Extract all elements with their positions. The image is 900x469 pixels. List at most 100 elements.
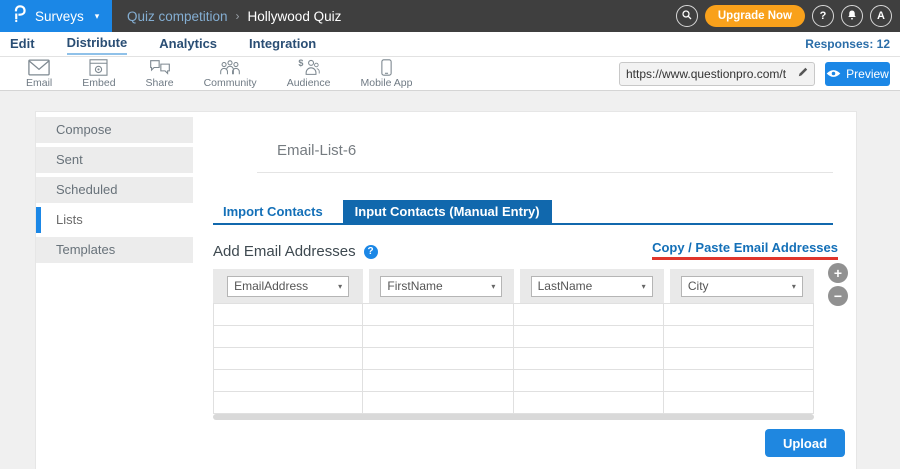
email-sidebar: Compose Sent Scheduled Lists Templates [36, 112, 193, 469]
column-select-city[interactable]: City ▾ [681, 276, 803, 297]
sidebar-item-scheduled[interactable]: Scheduled [36, 177, 193, 203]
row-controls: + − [828, 263, 848, 306]
questionpro-logo-icon [13, 4, 26, 28]
tab-analytics[interactable]: Analytics [159, 34, 217, 54]
tab-distribute[interactable]: Distribute [67, 33, 128, 55]
column-select-value: FirstName [387, 279, 442, 293]
column-header-cell: EmailAddress ▾ [213, 269, 363, 303]
breadcrumb: Quiz competition › Hollywood Quiz [127, 9, 341, 24]
top-bar: Surveys ▾ Quiz competition › Hollywood Q… [0, 0, 900, 32]
contact-cell[interactable] [363, 370, 513, 392]
survey-nav: Edit Distribute Analytics Integration Re… [0, 32, 900, 57]
surveys-menu[interactable]: Surveys ▾ [0, 0, 112, 32]
toolbar-item-share[interactable]: Share [146, 59, 174, 89]
toolbar-item-embed[interactable]: Embed [82, 59, 115, 89]
breadcrumb-separator-icon: › [236, 9, 240, 23]
distribute-toolbar: Email Embed Share [0, 57, 900, 91]
help-icon[interactable]: ? [364, 245, 378, 259]
remove-row-button[interactable]: − [828, 286, 848, 306]
breadcrumb-current: Hollywood Quiz [248, 9, 342, 24]
toolbar-label: Email [26, 77, 52, 89]
add-row-button[interactable]: + [828, 263, 848, 283]
contacts-table-body [213, 303, 814, 414]
contact-cell[interactable] [514, 370, 664, 392]
contact-cell[interactable] [664, 326, 814, 348]
column-header-cell: LastName ▾ [514, 269, 664, 303]
contact-cell[interactable] [213, 348, 363, 370]
contact-cell[interactable] [363, 326, 513, 348]
column-select-first-name[interactable]: FirstName ▾ [380, 276, 502, 297]
contacts-table-header: EmailAddress ▾ FirstName ▾ LastName [213, 269, 814, 303]
column-select-value: EmailAddress [234, 279, 308, 293]
surveys-menu-label: Surveys [35, 9, 84, 24]
contact-cell[interactable] [363, 348, 513, 370]
edit-url-button[interactable] [792, 65, 814, 83]
contact-cell[interactable] [514, 304, 664, 326]
contact-cell[interactable] [363, 392, 513, 414]
toolbar-label: Embed [82, 77, 115, 89]
toolbar-item-email[interactable]: Email [26, 59, 52, 89]
copy-paste-email-addresses-link[interactable]: Copy / Paste Email Addresses [652, 240, 838, 260]
toolbar-label: Mobile App [360, 77, 412, 89]
contact-cell[interactable] [213, 326, 363, 348]
tab-edit[interactable]: Edit [10, 34, 35, 54]
contact-cell[interactable] [514, 392, 664, 414]
upload-button[interactable]: Upload [765, 429, 845, 457]
toolbar-label: Share [146, 77, 174, 89]
contact-cell[interactable] [213, 304, 363, 326]
bell-icon [846, 9, 858, 24]
sidebar-item-templates[interactable]: Templates [36, 237, 193, 263]
survey-url-box [619, 62, 815, 86]
contact-cell[interactable] [213, 392, 363, 414]
breadcrumb-parent[interactable]: Quiz competition [127, 9, 228, 24]
account-avatar[interactable]: A [870, 5, 892, 27]
column-header-cell: FirstName ▾ [363, 269, 513, 303]
tab-import-contacts[interactable]: Import Contacts [213, 200, 333, 223]
contact-cell[interactable] [514, 326, 664, 348]
email-icon [28, 59, 50, 76]
preview-button-label: Preview [846, 67, 889, 81]
survey-url-input[interactable] [620, 67, 792, 81]
preview-button[interactable]: Preview [825, 62, 890, 86]
contact-cell[interactable] [664, 348, 814, 370]
horizontal-scrollbar[interactable] [213, 414, 814, 420]
contact-cell[interactable] [213, 370, 363, 392]
column-select-last-name[interactable]: LastName ▾ [531, 276, 653, 297]
topbar-actions: Upgrade Now ? A [676, 5, 892, 27]
chevron-down-icon: ▾ [491, 282, 495, 291]
sidebar-item-compose[interactable]: Compose [36, 117, 193, 143]
contact-cell[interactable] [363, 304, 513, 326]
svg-text:$: $ [298, 58, 303, 68]
tab-input-contacts-manual-entry[interactable]: Input Contacts (Manual Entry) [343, 200, 552, 223]
upgrade-now-button[interactable]: Upgrade Now [705, 5, 805, 27]
sidebar-item-sent[interactable]: Sent [36, 147, 193, 173]
questionpro-app: Surveys ▾ Quiz competition › Hollywood Q… [0, 0, 900, 469]
column-select-value: City [688, 279, 709, 293]
list-title: Email-List-6 [277, 142, 833, 159]
contact-cell[interactable] [664, 370, 814, 392]
chevron-down-icon: ▾ [95, 11, 100, 22]
embed-icon [89, 59, 108, 76]
contacts-table: EmailAddress ▾ FirstName ▾ LastName [213, 269, 814, 420]
chevron-down-icon: ▾ [792, 282, 796, 291]
pencil-icon [797, 65, 809, 83]
tab-integration[interactable]: Integration [249, 34, 316, 54]
title-divider [257, 172, 833, 173]
notifications-button[interactable] [841, 5, 863, 27]
sidebar-item-lists[interactable]: Lists [36, 207, 193, 233]
contact-cell[interactable] [664, 304, 814, 326]
column-select-email-address[interactable]: EmailAddress ▾ [227, 276, 349, 297]
contact-cell[interactable] [664, 392, 814, 414]
toolbar-item-mobile-app[interactable]: Mobile App [360, 59, 412, 89]
list-detail-area: Email-List-6 Import Contacts Input Conta… [193, 112, 856, 469]
toolbar-item-community[interactable]: Community [204, 59, 257, 89]
help-button[interactable]: ? [812, 5, 834, 27]
contact-cell[interactable] [514, 348, 664, 370]
column-header-cell: City ▾ [664, 269, 814, 303]
contacts-tabs: Import Contacts Input Contacts (Manual E… [213, 200, 838, 223]
toolbar-item-audience[interactable]: $ Audience [287, 58, 331, 89]
toolbar-label: Audience [287, 77, 331, 89]
mobile-app-icon [381, 59, 392, 76]
search-button[interactable] [676, 5, 698, 27]
add-emails-header: Add Email Addresses ? Copy / Paste Email… [213, 240, 838, 260]
